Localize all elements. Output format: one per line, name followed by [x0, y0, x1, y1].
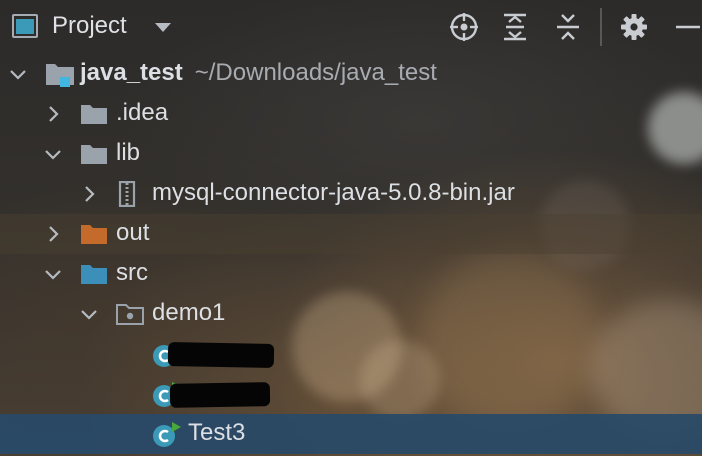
- tree-row-test3[interactable]: Test3: [0, 414, 702, 454]
- excluded-folder-icon: [80, 223, 108, 245]
- panel-title[interactable]: Project: [52, 12, 127, 40]
- root-label: java_test ~/Downloads/java_test: [80, 59, 437, 87]
- chevron-down-icon[interactable]: [155, 23, 171, 32]
- tree-row-lib[interactable]: lib: [0, 134, 702, 174]
- tree-row-src[interactable]: src: [0, 254, 702, 294]
- tree-row-jar[interactable]: mysql-connector-java-5.0.8-bin.jar: [0, 174, 702, 214]
- package-icon: [116, 303, 144, 325]
- tree-row-demo1[interactable]: demo1: [0, 294, 702, 334]
- jar-archive-icon: [116, 181, 144, 207]
- folder-icon: [80, 143, 108, 165]
- toolbar-divider: [600, 8, 602, 46]
- java-class-run-icon: [152, 421, 182, 449]
- source-folder-icon: [80, 263, 108, 285]
- tree-item-label: lib: [116, 139, 141, 166]
- redaction-mark: [169, 382, 271, 408]
- gear-icon[interactable]: [617, 10, 651, 44]
- project-panel-icon: [12, 14, 38, 38]
- redaction-mark: [167, 342, 275, 368]
- tree-item-label: out: [116, 219, 150, 246]
- root-name: java_test: [80, 59, 183, 86]
- tree-item-label: .idea: [116, 99, 169, 126]
- folder-icon: [80, 103, 108, 125]
- chevron-right-icon[interactable]: [44, 105, 62, 123]
- chevron-down-icon[interactable]: [44, 145, 62, 163]
- module-folder-icon: [44, 60, 76, 88]
- collapse-all-icon[interactable]: [551, 10, 585, 44]
- root-path: ~/Downloads/java_test: [194, 59, 437, 86]
- chevron-down-icon[interactable]: [80, 305, 98, 323]
- tree-item-label: mysql-connector-java-5.0.8-bin.jar: [152, 179, 515, 206]
- tree-item-label: demo1: [152, 299, 226, 326]
- locate-icon[interactable]: [447, 10, 481, 44]
- tree-row-class[interactable]: [0, 334, 702, 374]
- chevron-right-icon[interactable]: [44, 225, 62, 243]
- tree-row-class[interactable]: [0, 374, 702, 414]
- tree-item-label: src: [116, 259, 148, 286]
- chevron-down-icon[interactable]: [44, 265, 62, 283]
- minus-icon[interactable]: [670, 10, 702, 44]
- project-panel-header: Project: [0, 0, 702, 54]
- tree-row-idea[interactable]: .idea: [0, 94, 702, 134]
- expand-all-icon[interactable]: [498, 10, 532, 44]
- tree-row-root[interactable]: java_test ~/Downloads/java_test: [0, 54, 702, 94]
- chevron-down-icon[interactable]: [9, 65, 27, 83]
- tree-item-label: Test3: [188, 419, 246, 446]
- chevron-right-icon[interactable]: [80, 185, 98, 203]
- tree-row-out[interactable]: out: [0, 214, 702, 254]
